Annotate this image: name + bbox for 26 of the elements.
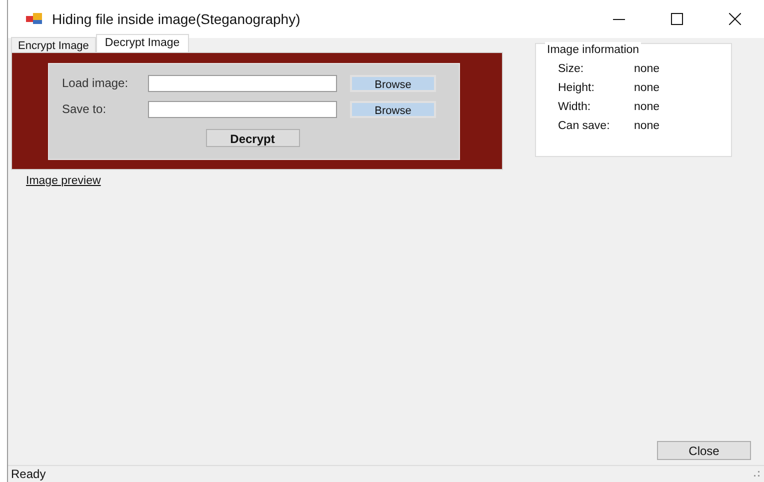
minimize-icon <box>613 18 625 20</box>
path-field[interactable] <box>148 74 337 92</box>
path-field[interactable] <box>148 100 337 118</box>
resize-grip-icon <box>754 471 760 477</box>
browse-button[interactable]: Browse <box>350 74 436 92</box>
decrypt-button[interactable]: Decrypt <box>206 129 300 147</box>
info-value: none <box>634 81 660 96</box>
window-title: Hiding file inside image(Steganography) <box>52 10 300 29</box>
field-label: Save to: <box>62 101 108 118</box>
maximize-icon <box>671 13 683 25</box>
app-icon <box>26 13 42 25</box>
status-text: Ready <box>11 466 46 482</box>
info-label: Can save: <box>558 119 611 134</box>
info-label: Height: <box>558 81 596 96</box>
info-label: Size: <box>558 62 585 78</box>
info-value: none <box>634 119 660 134</box>
tab[interactable]: Decrypt Image <box>96 34 189 52</box>
field-label: Load image: <box>62 75 130 92</box>
info-value: none <box>634 100 660 116</box>
info-label: Width: <box>558 100 592 116</box>
info-value: none <box>634 62 660 78</box>
image-preview-link[interactable]: Image preview <box>26 173 101 190</box>
tab[interactable]: Encrypt Image <box>11 37 96 52</box>
browse-button[interactable]: Browse <box>350 100 436 118</box>
close-icon <box>729 13 741 25</box>
close-dialog-button[interactable]: Close <box>657 441 751 460</box>
